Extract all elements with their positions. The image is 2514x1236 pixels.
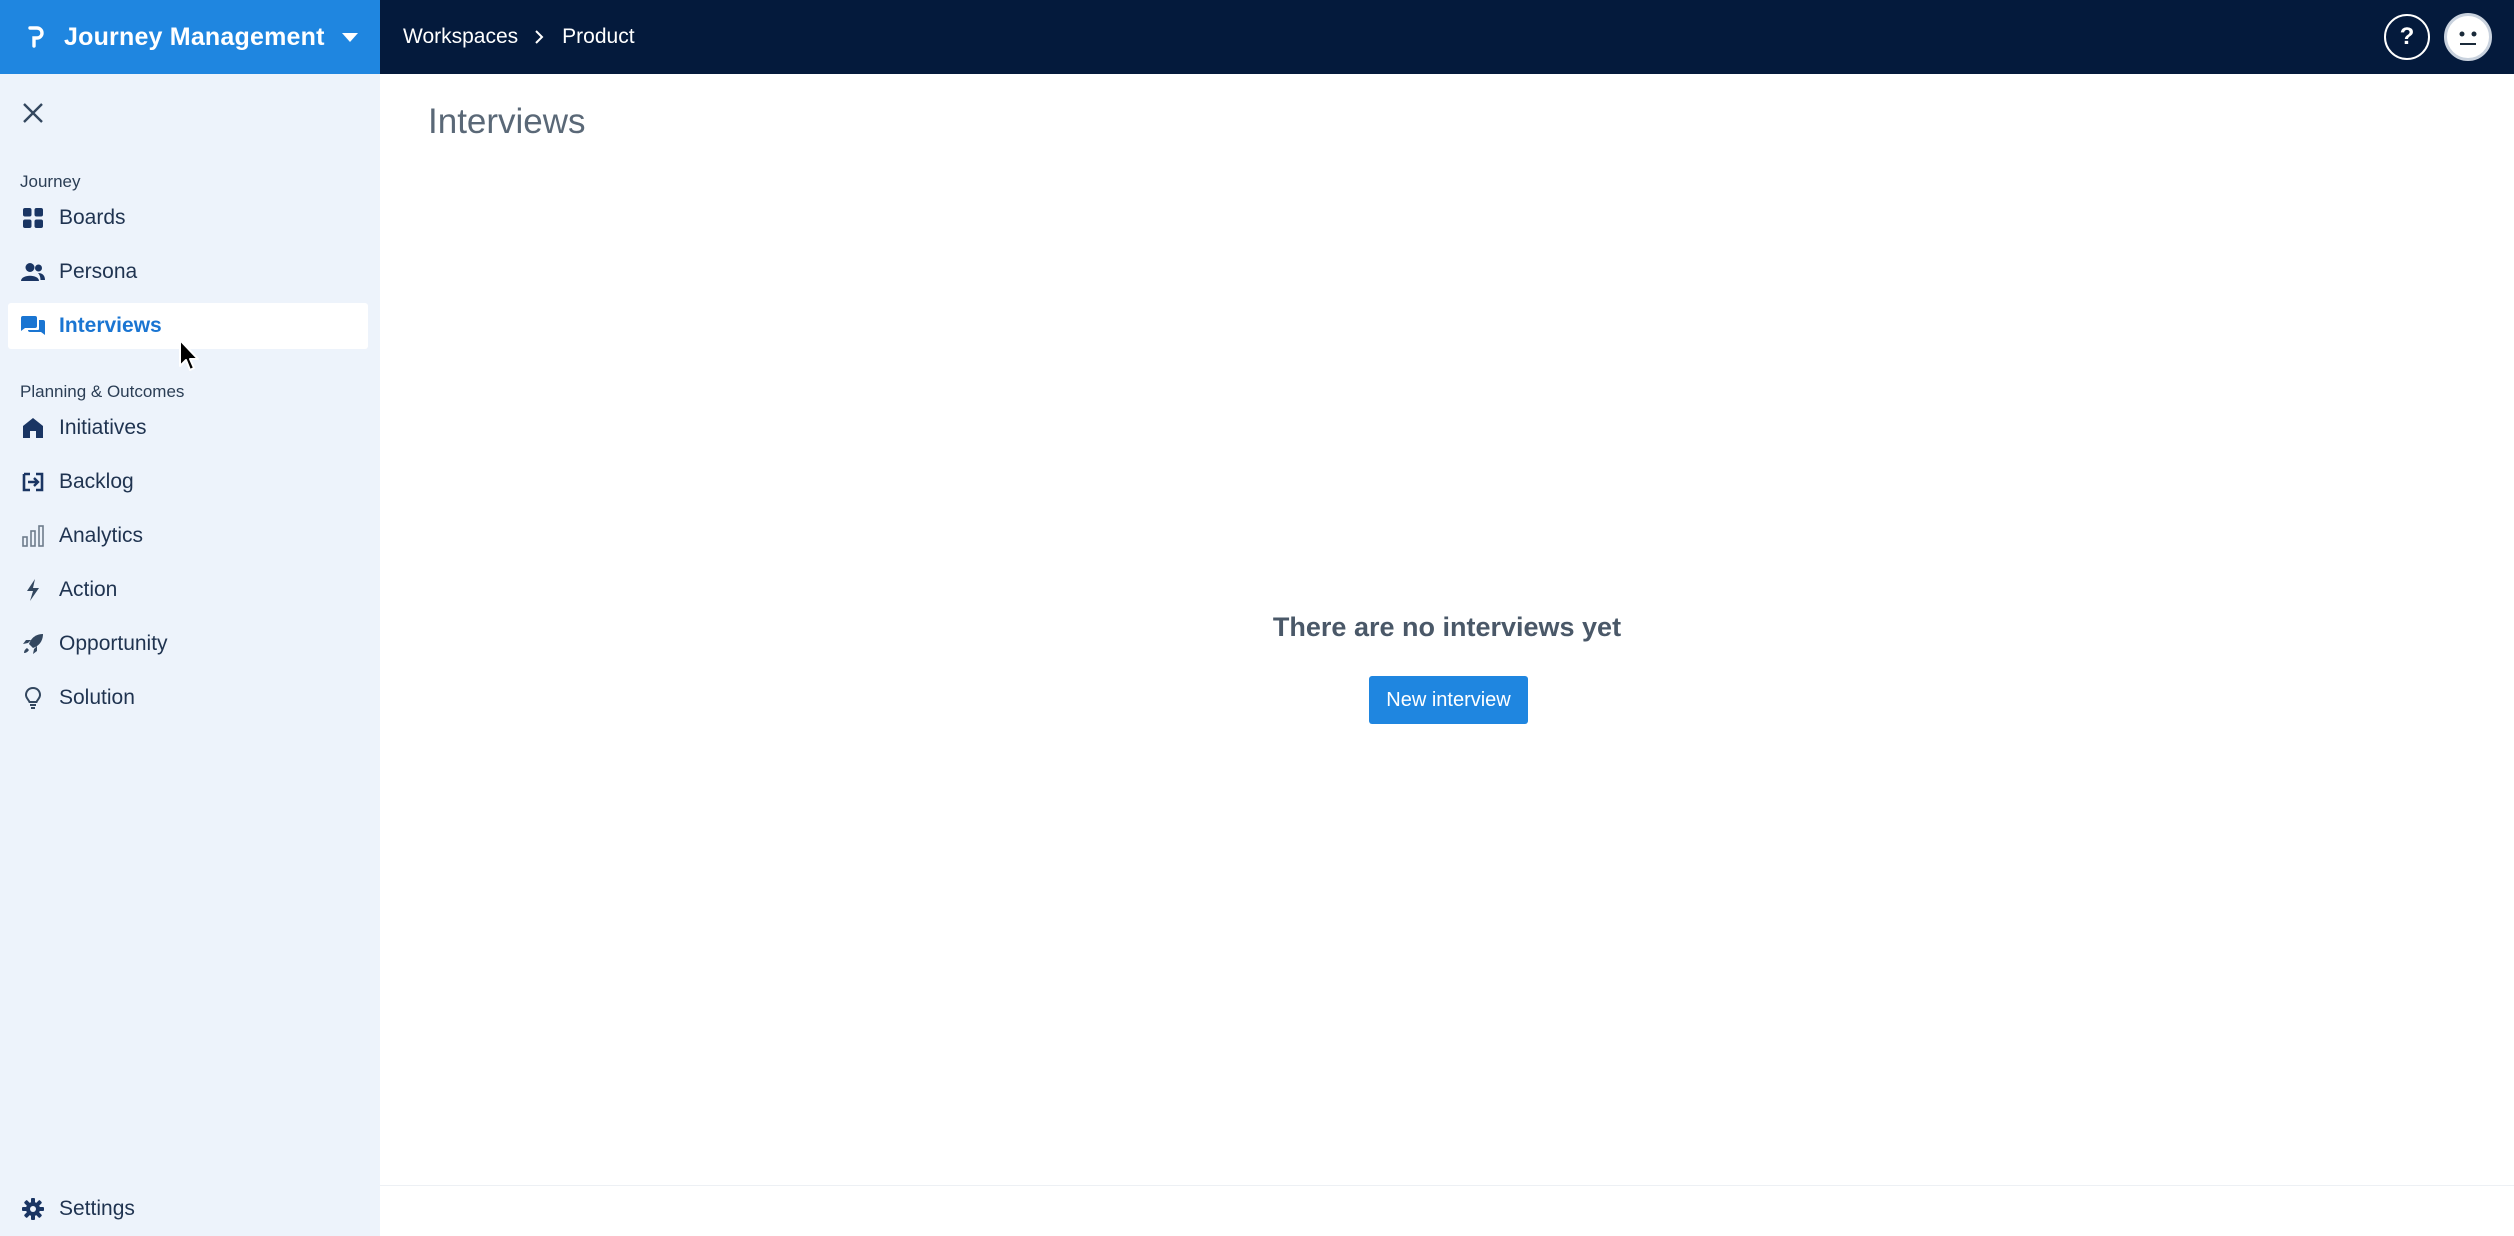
section-title-planning: Planning & Outcomes [20,382,185,401]
avatar[interactable] [2444,13,2492,61]
breadcrumb-workspaces[interactable]: Workspaces [403,25,518,49]
sidebar-item-initiatives[interactable]: Initiatives [8,405,368,451]
sidebar-item-backlog[interactable]: Backlog [8,459,368,505]
grid-icon [21,206,45,230]
app-name: Journey Management [64,22,325,51]
breadcrumb: Workspaces Product [403,0,635,74]
sidebar-item-label: Persona [59,260,138,283]
sidebar-item-opportunity[interactable]: Opportunity [8,621,368,667]
sidebar-item-label: Solution [59,686,135,709]
sidebar-item-persona[interactable]: Persona [8,249,368,295]
app-switcher[interactable]: Journey Management [0,0,380,74]
sidebar-item-label: Initiatives [59,416,147,439]
sidebar: Journey Boards Persona Interviews Planni… [0,74,380,1236]
rocket-icon [21,632,45,656]
home-icon [21,416,45,440]
new-interview-button[interactable]: New interview [1369,676,1528,724]
sidebar-item-label: Analytics [59,524,144,547]
gear-icon [21,1197,45,1221]
sidebar-item-settings[interactable]: Settings [8,1186,368,1232]
app-logo-icon [24,19,48,55]
lightbulb-icon [21,686,45,710]
close-icon[interactable] [18,98,48,128]
sidebar-item-analytics[interactable]: Analytics [8,513,368,559]
caret-down-icon [342,33,358,42]
sidebar-item-action[interactable]: Action [8,567,368,613]
chevron-right-icon [534,29,544,45]
bolt-icon [21,578,45,602]
main-content: Interviews There are no interviews yet N… [380,74,2514,1236]
page-title: Interviews [428,102,586,141]
sidebar-item-label: Settings [59,1197,135,1220]
sidebar-item-label: Boards [59,206,126,229]
sidebar-item-label: Interviews [59,314,162,337]
sidebar-item-solution[interactable]: Solution [8,675,368,721]
backlog-icon [21,470,45,494]
help-button[interactable]: ? [2384,14,2430,60]
sidebar-item-label: Backlog [59,470,134,493]
mouse-cursor-icon [178,338,202,374]
breadcrumb-product[interactable]: Product [562,25,634,49]
chat-icon [21,314,45,338]
sidebar-item-label: Action [59,578,118,601]
divider [380,1185,2514,1186]
users-icon [21,260,45,284]
section-title-journey: Journey [20,172,81,191]
empty-state-message: There are no interviews yet [1272,612,1622,642]
bar-chart-icon [21,524,45,548]
sidebar-item-boards[interactable]: Boards [8,195,368,241]
sidebar-item-label: Opportunity [59,632,168,655]
top-bar: Journey Management Workspaces Product ? [0,0,2514,74]
